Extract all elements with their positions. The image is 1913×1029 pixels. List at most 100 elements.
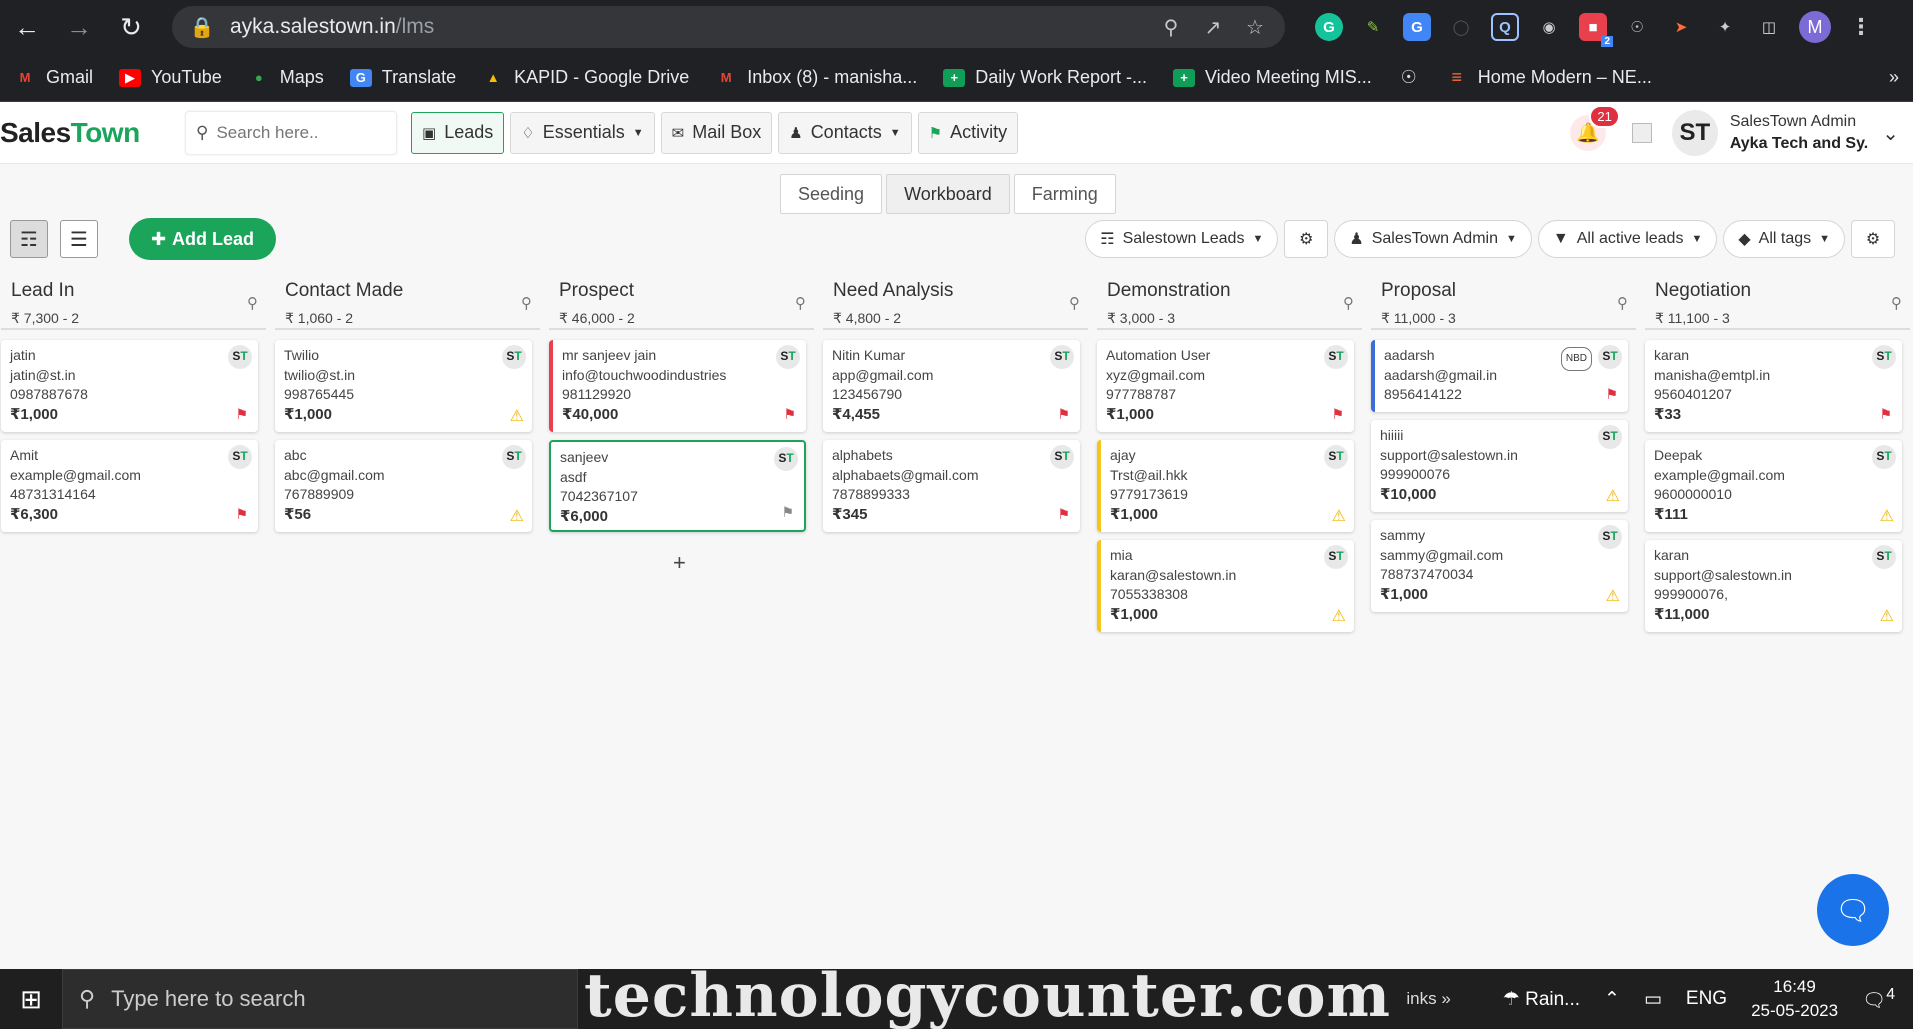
lead-card[interactable]: jatin jatin@st.in 0987887678 ₹1,000 ST ⚑ <box>1 340 258 432</box>
lead-card[interactable]: Amit example@gmail.com 48731314164 ₹6,30… <box>1 440 258 532</box>
google-translate-icon[interactable]: G <box>1403 13 1431 41</box>
lead-card[interactable]: abc abc@gmail.com 767889909 ₹56 ST ⚠ <box>275 440 532 532</box>
lead-card[interactable]: sanjeev asdf 7042367107 ₹6,000 ST ⚑ <box>549 440 806 532</box>
bookmark-star-icon[interactable]: ☆ <box>1241 15 1269 40</box>
grammarly-icon[interactable]: G <box>1315 13 1343 41</box>
puzzle-icon[interactable]: ✦ <box>1711 13 1739 41</box>
search-extension-icon[interactable]: Q <box>1491 13 1519 41</box>
windows-start-icon[interactable]: ⊞ <box>0 969 62 1029</box>
search-icon[interactable]: ⚲ <box>521 294 532 312</box>
sidepanel-icon[interactable]: ◫ <box>1755 13 1783 41</box>
nav-essentials[interactable]: ♢ Essentials ▼ <box>510 111 655 154</box>
bookmark-maps[interactable]: ● Maps <box>248 67 324 88</box>
lead-card[interactable]: alphabets alphabaets@gmail.com 787889933… <box>823 440 1080 532</box>
lead-card[interactable]: hiiiii support@salestown.in 999900076 ₹1… <box>1371 420 1628 512</box>
user-avatar[interactable]: ST <box>1671 110 1718 156</box>
flag-icon[interactable]: ⚑ <box>235 505 248 525</box>
bookmark-home-modern[interactable]: ≡ Home Modern – NE... <box>1446 67 1651 88</box>
tab-seeding[interactable]: Seeding <box>780 174 883 214</box>
address-bar[interactable]: 🔒 ayka.salestown.in/lms ⚲ ↗ ☆ <box>172 6 1285 48</box>
taskbar-search[interactable]: ⚲ Type here to search <box>62 969 578 1029</box>
owner-select[interactable]: ♟ SalesTown Admin ▼ <box>1334 220 1532 258</box>
global-search[interactable]: ⚲ <box>185 110 397 155</box>
lead-card[interactable]: mr sanjeev jain info@touchwoodindustries… <box>549 340 806 432</box>
language-indicator[interactable]: ENG <box>1686 988 1727 1010</box>
search-icon[interactable]: ⚲ <box>1617 294 1628 312</box>
chat-button[interactable]: 🗨 <box>1817 874 1889 946</box>
bookmark-video-meeting[interactable]: + Video Meeting MIS... <box>1172 67 1372 88</box>
warning-icon[interactable]: ⚠ <box>1332 607 1346 627</box>
warning-icon[interactable]: ⚠ <box>1332 507 1346 527</box>
share-icon[interactable]: ↗ <box>1199 15 1227 40</box>
status-filter[interactable]: ▼ All active leads ▼ <box>1537 220 1718 258</box>
globe-extension-icon[interactable]: ☉ <box>1623 13 1651 41</box>
search-icon[interactable]: ⚲ <box>247 294 258 312</box>
bookmark-translate[interactable]: G Translate <box>349 67 456 88</box>
lead-card[interactable]: karan manisha@emtpl.in 9560401207 ₹33 ST… <box>1645 340 1902 432</box>
flag-icon[interactable]: ⚑ <box>1057 405 1070 425</box>
lead-card[interactable]: Nitin Kumar app@gmail.com 123456790 ₹4,4… <box>823 340 1080 432</box>
reload-icon[interactable]: ↻ <box>116 12 146 42</box>
warning-icon[interactable]: ⚠ <box>510 407 524 427</box>
bookmark-drive[interactable]: ▲ KAPID - Google Drive <box>482 67 690 88</box>
bookmark-daily-report[interactable]: + Daily Work Report -... <box>943 67 1147 88</box>
pen-extension-icon[interactable]: ✎ <box>1359 13 1387 41</box>
links-toolbar[interactable]: inks » <box>1406 989 1450 1009</box>
tab-farming[interactable]: Farming <box>1013 174 1116 214</box>
pipeline-select[interactable]: ☶ Salestown Leads ▼ <box>1085 220 1279 258</box>
lead-card[interactable]: Automation User xyz@gmail.com 977788787 … <box>1097 340 1354 432</box>
salestown-logo[interactable]: SalesTown <box>0 117 160 149</box>
search-icon[interactable]: ⚲ <box>1069 294 1080 312</box>
warning-icon[interactable]: ⚠ <box>510 507 524 527</box>
chevron-up-icon[interactable]: ⌃ <box>1604 988 1620 1011</box>
back-arrow-icon[interactable]: ← <box>12 12 42 42</box>
kebab-menu-icon[interactable]: ⋮ <box>1847 13 1875 41</box>
nav-activity[interactable]: ⚑ Activity <box>917 111 1019 154</box>
flag-icon[interactable]: ⚑ <box>1879 405 1892 425</box>
bookmark-inbox[interactable]: M Inbox (8) - manisha... <box>715 67 918 88</box>
profile-avatar[interactable]: M <box>1799 11 1831 43</box>
lead-card[interactable]: ajay Trst@ail.hkk 9779173619 ₹1,000 ST ⚠ <box>1097 440 1354 532</box>
flag-icon[interactable]: ⚑ <box>1605 385 1618 405</box>
arrow-extension-icon[interactable]: ➤ <box>1667 13 1695 41</box>
search-icon[interactable]: ⚲ <box>795 294 806 312</box>
weather-widget[interactable]: ☂ Rain... <box>1503 988 1580 1011</box>
tab-workboard[interactable]: Workboard <box>886 174 1010 214</box>
circle-extension-icon[interactable]: ◯ <box>1447 13 1475 41</box>
camera-icon[interactable]: ◉ <box>1535 13 1563 41</box>
chevron-down-icon[interactable]: ⌄ <box>1882 121 1899 146</box>
nav-leads[interactable]: ▣ Leads <box>411 111 505 154</box>
warning-icon[interactable]: ⚠ <box>1606 487 1620 507</box>
lead-card[interactable]: karan support@salestown.in 999900076, ₹1… <box>1645 540 1902 632</box>
notifications-button[interactable]: 🔔 21 <box>1569 105 1620 151</box>
global-search-input[interactable] <box>216 122 367 143</box>
tab-extension-icon[interactable]: ■ 2 <box>1579 13 1613 47</box>
search-icon[interactable]: ⚲ <box>1891 294 1902 312</box>
nav-mailbox[interactable]: ✉ Mail Box <box>660 111 773 154</box>
user-info[interactable]: SalesTown Admin Ayka Tech and Sy. <box>1730 111 1868 155</box>
flag-icon[interactable]: ⚑ <box>783 405 796 425</box>
bookmark-youtube[interactable]: ▶ YouTube <box>119 67 222 88</box>
lead-card[interactable]: aadarsh aadarsh@gmail.in 8956414122 NBD … <box>1371 340 1628 412</box>
add-lead-button[interactable]: ✚ Add Lead <box>129 218 276 260</box>
bookmarks-overflow[interactable]: » <box>1889 67 1899 88</box>
flag-icon[interactable]: ⚑ <box>781 503 794 523</box>
tags-filter[interactable]: ◆ All tags ▼ <box>1723 220 1845 258</box>
warning-icon[interactable]: ⚠ <box>1880 607 1894 627</box>
warning-icon[interactable]: ⚠ <box>1880 507 1894 527</box>
lead-card[interactable]: sammy sammy@gmail.com 788737470034 ₹1,00… <box>1371 520 1628 612</box>
pipeline-settings-button[interactable]: ⚙ <box>1284 220 1329 258</box>
board-settings-button[interactable]: ⚙ <box>1851 220 1895 258</box>
bookmark-globe[interactable]: ☉ <box>1398 67 1420 87</box>
lead-card[interactable]: Deepak example@gmail.com 9600000010 ₹111… <box>1645 440 1902 532</box>
forward-arrow-icon[interactable]: → <box>64 12 94 42</box>
add-card-button[interactable]: + <box>673 550 686 576</box>
nav-contacts[interactable]: ♟ Contacts ▼ <box>778 111 912 154</box>
lead-card[interactable]: Twilio twilio@st.in 998765445 ₹1,000 ST … <box>275 340 532 432</box>
bookmark-gmail[interactable]: M Gmail <box>14 67 93 88</box>
flag-icon[interactable]: ⚑ <box>235 405 248 425</box>
kanban-view-button[interactable]: ☶ <box>10 220 48 258</box>
lead-card[interactable]: mia karan@salestown.in 7055338308 ₹1,000… <box>1097 540 1354 632</box>
url-text[interactable]: ayka.salestown.in/lms <box>230 15 1143 39</box>
warning-icon[interactable]: ⚠ <box>1606 587 1620 607</box>
